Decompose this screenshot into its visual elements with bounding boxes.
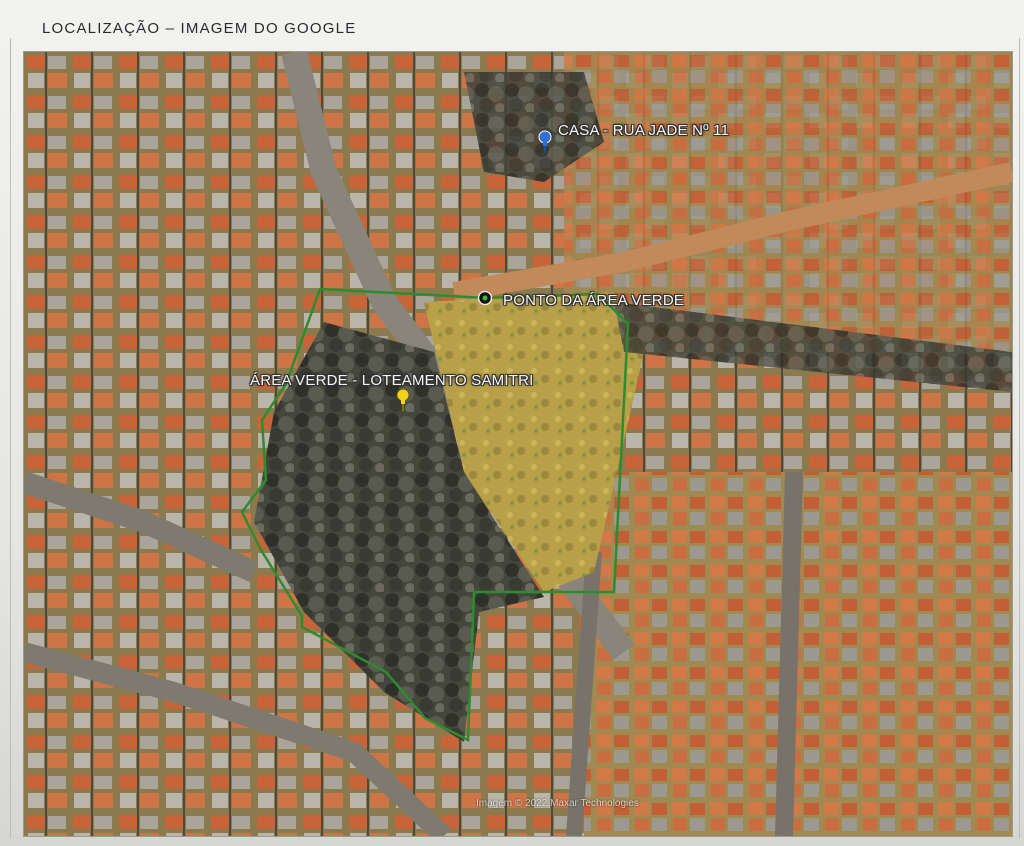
- document-sheet: LOCALIZAÇÃO – IMAGEM DO GOOGLE CASA - RU…: [0, 0, 1024, 846]
- imagery-attribution: Imagem © 2022 Maxar Technologies: [476, 798, 639, 809]
- page-title: LOCALIZAÇÃO – IMAGEM DO GOOGLE: [42, 20, 357, 37]
- blue-pushpin-icon[interactable]: [536, 130, 554, 154]
- marker-label-casa: CASA - RUA JADE Nº 11: [558, 122, 730, 139]
- marker-label-ponto: PONTO DA ÁREA VERDE: [503, 292, 685, 309]
- target-point-icon[interactable]: [477, 290, 493, 306]
- map-canvas: [24, 52, 1012, 836]
- marker-label-area-verde: ÁREA VERDE - LOTEAMENTO SAMITRI: [250, 372, 534, 389]
- satellite-map[interactable]: CASA - RUA JADE Nº 11 PONTO DA ÁREA VERD…: [24, 52, 1012, 836]
- yellow-pushpin-icon[interactable]: [394, 388, 412, 412]
- road-vertical-east: [775, 471, 803, 836]
